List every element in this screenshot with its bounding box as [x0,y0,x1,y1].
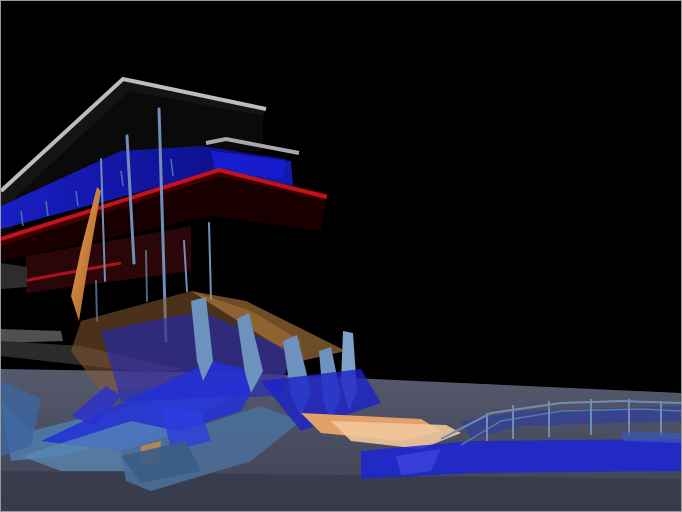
left-ledge [1,263,27,289]
left-terrace [1,329,63,343]
render-viewport [0,0,682,512]
scene-svg [1,1,681,511]
